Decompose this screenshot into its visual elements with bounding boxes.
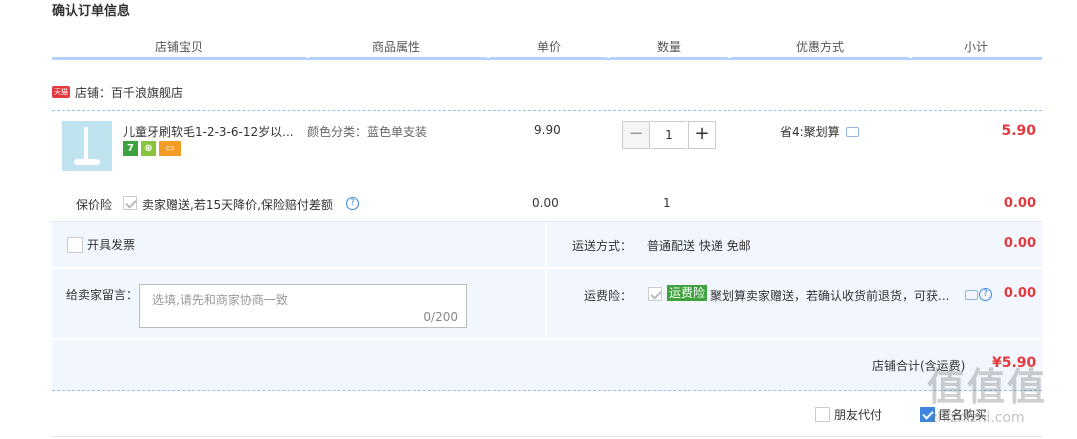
friend-pay-label: 朋友代付 [834,408,883,422]
help-icon[interactable]: ? [346,197,359,210]
credit-card-icon[interactable]: ▭ [159,141,181,156]
freight-insurance-subtotal: 0.00 [1003,286,1036,301]
quantity-input[interactable]: 1 [651,121,687,149]
freight-insurance-label: 运费险： [584,289,633,303]
shop-row: 天猫 店铺：百千浪旗舰店 [52,82,183,102]
watermark-url: zhizhizhi.com [930,410,1025,426]
col-divider [909,56,912,58]
page-title: 确认订单信息 [52,4,131,19]
freight-insurance-checkbox[interactable] [648,287,662,301]
column-header: 店铺宝贝 商品属性 单价 数量 优惠方式 小计 [52,32,1042,60]
quantity-minus-button[interactable]: − [622,121,650,149]
col-quantity: 数量 [657,40,682,54]
invoice-option[interactable]: 开具发票 [67,236,135,253]
quantity-plus-button[interactable]: + [688,121,716,149]
col-shop-item: 店铺宝贝 [155,40,204,54]
price-protection-text: 卖家赠送,若15天降价,保险赔付差额 [142,198,333,212]
col-discount: 优惠方式 [796,40,845,54]
panel-divider [52,338,1042,340]
order-options-panel: 开具发票 运送方式： 普通配送 快递 免邮 0.00 给卖家留言： 选填,请先和… [52,221,1042,391]
shop-name-link[interactable]: 店铺：百千浪旗舰店 [75,84,183,101]
toothbrush-base-icon [74,159,100,165]
col-divider [728,56,731,58]
chat-bubble-icon[interactable] [845,126,859,137]
col-attributes: 商品属性 [372,40,421,54]
col-divider [306,56,309,58]
shipping-label: 运送方式： [572,239,633,253]
shipping-subtotal: 0.00 [1003,236,1036,251]
promo-text: 省4:聚划算 [780,125,840,139]
invoice-label: 开具发票 [87,238,136,252]
help-icon[interactable]: ? [979,288,992,301]
toothbrush-icon [84,127,88,161]
price-protection-quantity: 1 [663,196,671,210]
guarantee-icon[interactable]: ⊕ [141,141,156,156]
order-block: 儿童牙刷软毛1-2-3-6-12岁以... 7 ⊕ ▭ 颜色分类：蓝色单支装 9… [52,110,1042,391]
col-subtotal: 小计 [964,40,989,54]
quantity-stepper: − 1 + [622,121,716,149]
chat-bubble-icon[interactable] [965,290,978,300]
price-protection-row: 保价险 卖家赠送,若15天降价,保险赔付差额 ? 0.00 1 0.00 [52,191,1042,219]
freight-insurance-text: 聚划算卖家赠送，若确认收货前退货，可获... [710,289,950,303]
message-label: 给卖家留言： [66,288,139,302]
shipping-method: 普通配送 快递 免邮 [647,239,751,253]
price-protection-checkbox[interactable] [123,196,137,210]
promo-discount: 省4:聚划算 [780,123,859,140]
item-subtotal: 5.90 [1001,123,1036,139]
panel-divider [52,267,1042,269]
price-protection-subtotal: 0.00 [1003,196,1036,211]
price-protection-label: 保价险 [76,198,113,212]
product-attribute: 颜色分类：蓝色单支装 [307,125,428,139]
product-title-link[interactable]: 儿童牙刷软毛1-2-3-6-12岁以... [123,123,303,140]
col-divider [487,56,490,58]
seller-message-input[interactable]: 选填,请先和商家协商一致 0/200 [139,284,467,328]
message-placeholder: 选填,请先和商家协商一致 [152,293,288,307]
col-unit-price: 单价 [537,40,562,54]
tmall-icon: 天猫 [52,86,70,98]
divider [52,436,1042,437]
col-divider [607,56,610,58]
product-thumbnail[interactable] [62,121,112,171]
watermark-logo: 值值值 [927,365,1048,409]
item-row: 儿童牙刷软毛1-2-3-6-12岁以... 7 ⊕ ▭ 颜色分类：蓝色单支装 9… [52,111,1042,219]
seven-day-return-icon[interactable]: 7 [123,141,138,156]
message-char-count: 0/200 [423,310,458,324]
unit-price: 9.90 [534,123,561,137]
panel-divider [545,222,547,338]
service-badges: 7 ⊕ ▭ [123,141,181,156]
friend-pay-checkbox[interactable] [815,407,830,422]
invoice-checkbox[interactable] [67,236,83,253]
freight-insurance-tag: 运费险 [667,285,708,301]
price-protection-price: 0.00 [532,196,559,210]
